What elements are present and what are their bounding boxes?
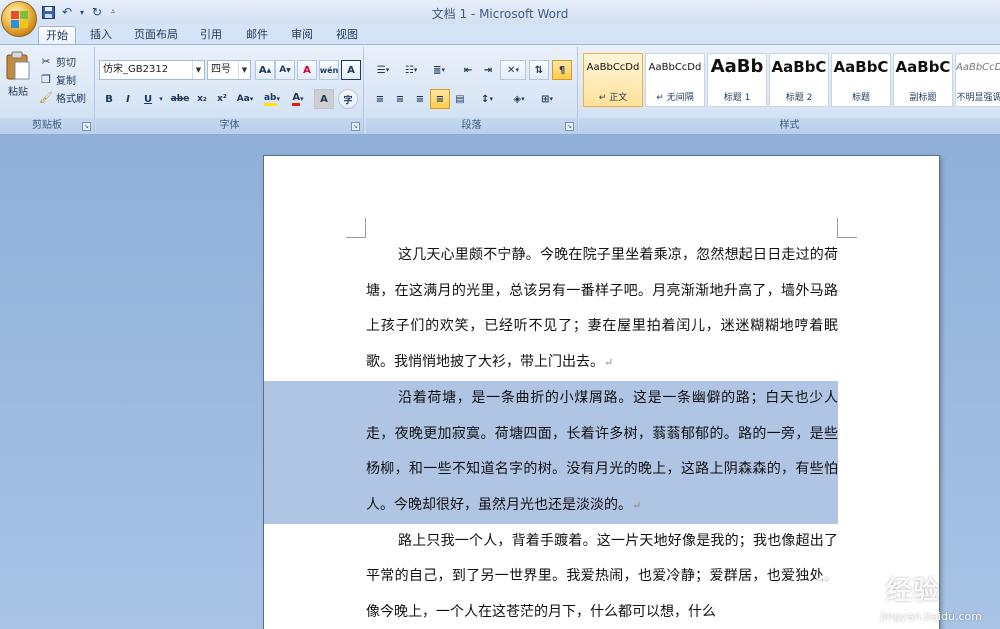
paste-icon — [6, 51, 30, 80]
font-group: 仿宋_GB2312 ▼ 四号 ▼ A ▲ A ▼ A wén A B I U ▾ a… — [96, 47, 364, 134]
bold-button[interactable]: B — [99, 89, 119, 109]
increase-indent-icon[interactable]: ⇥ — [478, 60, 498, 80]
baidu-paw-icon — [815, 571, 847, 605]
shrink-font-button[interactable]: A ▼ — [275, 60, 295, 80]
format-painter-label: 格式刷 — [56, 93, 86, 105]
phonetic-guide-button[interactable]: wén — [319, 60, 339, 80]
align-right-icon[interactable]: ≡ — [410, 89, 430, 109]
font-group-label: 字体 — [96, 118, 363, 134]
styles-group-label: 样式 — [579, 118, 1000, 134]
grow-font-button[interactable]: A ▲ — [255, 60, 275, 80]
tab-home[interactable]: 开始 — [38, 26, 76, 44]
format-painter-button[interactable]: 🖌 格式刷 — [38, 89, 86, 105]
document-area: 这几天心里颇不宁静。今晚在院子里坐着乘凉，忽然想起日日走过的荷塘，在这满月的光里… — [0, 135, 1000, 629]
tab-view[interactable]: 视图 — [328, 26, 366, 44]
style-subtitle[interactable]: AaBbC 副标题 — [893, 53, 953, 107]
copy-label: 复制 — [56, 75, 76, 87]
cut-label: 剪切 — [56, 57, 76, 69]
paragraph-mark-icon: ↵ — [632, 498, 642, 512]
document-body[interactable]: 这几天心里颇不宁静。今晚在院子里坐着乘凉，忽然想起日日走过的荷塘，在这满月的光里… — [264, 238, 838, 629]
clipboard-group-label: 剪贴板 — [0, 118, 94, 134]
watermark-url: jingyan.baidu.com — [880, 610, 982, 623]
crop-mark-top-left — [346, 218, 366, 238]
tab-review[interactable]: 审阅 — [283, 26, 321, 44]
chevron-down-icon[interactable]: ▾ — [156, 89, 166, 109]
style-heading-2[interactable]: AaBbC 标题 2 — [769, 53, 829, 107]
font-launcher-icon[interactable]: ↘ — [351, 122, 360, 131]
watermark-brand: 经验 — [885, 576, 940, 606]
tab-references[interactable]: 引用 — [192, 26, 230, 44]
multilevel-list-icon[interactable]: ≣ ▾ — [426, 60, 452, 80]
highlight-button[interactable]: ab ▾ — [260, 89, 284, 109]
paste-button[interactable]: 粘贴 — [4, 51, 32, 107]
font-size-value: 四号 — [211, 64, 231, 75]
enclose-characters-button[interactable]: 字 — [338, 89, 358, 109]
show-marks-icon[interactable]: ¶ — [552, 60, 572, 80]
line-spacing-icon[interactable]: ↕ ▾ — [474, 89, 500, 109]
justify-icon[interactable]: ≡ — [430, 89, 450, 109]
tab-page-layout[interactable]: 页面布局 — [128, 26, 184, 44]
numbering-icon[interactable]: ☷ ▾ — [398, 60, 424, 80]
scissors-icon: ✂ — [41, 54, 51, 68]
styles-group: AaBbCcDd ↵ 正文 AaBbCcDd ↵ 无间隔 AaBb 标题 1 A… — [579, 47, 1000, 134]
document-page[interactable]: 这几天心里颇不宁静。今晚在院子里坐着乘凉，忽然想起日日走过的荷塘，在这满月的光里… — [263, 155, 940, 629]
ribbon-tabs: 开始 插入 页面布局 引用 邮件 审阅 视图 — [0, 24, 1000, 44]
borders-icon[interactable]: ⊞ ▾ — [534, 89, 560, 109]
character-border-button[interactable]: A — [341, 60, 361, 80]
clipboard-launcher-icon[interactable]: ↘ — [82, 122, 91, 131]
chinese-layout-icon[interactable]: ✕ ▾ — [500, 60, 526, 80]
paragraph[interactable]: 这几天心里颇不宁静。今晚在院子里坐着乘凉，忽然想起日日走过的荷塘，在这满月的光里… — [366, 238, 838, 381]
underline-button[interactable]: U — [138, 89, 158, 109]
character-shading-button[interactable]: A — [314, 89, 334, 109]
paste-label: 粘贴 — [8, 87, 28, 98]
title-bar: ↶ ▾ ↻ ⩡ 文档 1 - Microsoft Word — [0, 0, 1000, 24]
sort-icon[interactable]: ⇅ — [529, 60, 549, 80]
change-case-button[interactable]: Aa ▾ — [232, 89, 258, 109]
office-button[interactable] — [1, 1, 37, 37]
style-normal[interactable]: AaBbCcDd ↵ 正文 — [583, 53, 643, 107]
ribbon: 粘贴 ✂ 剪切 ❐ 复制 🖌 格式刷 剪贴板 ↘ 仿宋_GB2312 ▼ 四号 … — [0, 44, 1000, 135]
paragraph-selected[interactable]: 沿着荷塘，是一条曲折的小煤屑路。这是一条幽僻的路；白天也少人走，夜晚更加寂寞。荷… — [264, 380, 838, 524]
bullets-icon[interactable]: ☰ ▾ — [370, 60, 396, 80]
distributed-icon[interactable]: ▤ — [450, 89, 470, 109]
superscript-button[interactable]: x² — [212, 89, 232, 109]
strikethrough-button[interactable]: abe — [168, 89, 192, 109]
paragraph-group: ☰ ▾ ☷ ▾ ≣ ▾ ⇤ ⇥ ✕ ▾ ⇅ ¶ ≡ ≡ ≡ ≡ ▤ ↕ ▾ ◈ ▾ ⊞ ▾ 段… — [366, 47, 578, 134]
align-center-icon[interactable]: ≡ — [390, 89, 410, 109]
italic-button[interactable]: I — [118, 89, 138, 109]
subscript-button[interactable]: x₂ — [192, 89, 212, 109]
shading-icon[interactable]: ◈ ▾ — [506, 89, 532, 109]
style-no-spacing[interactable]: AaBbCcDd ↵ 无间隔 — [645, 53, 705, 107]
decrease-indent-icon[interactable]: ⇤ — [458, 60, 478, 80]
tab-insert[interactable]: 插入 — [82, 26, 120, 44]
copy-icon: ❐ — [41, 72, 51, 86]
cut-button[interactable]: ✂ 剪切 — [38, 53, 76, 69]
paragraph-launcher-icon[interactable]: ↘ — [565, 122, 574, 131]
paragraph[interactable]: 路上只我一个人，背着手踱着。这一片天地好像是我的；我也像超出了平常的自己，到了另… — [366, 524, 838, 629]
chevron-down-icon: ▼ — [238, 61, 250, 79]
style-subtle-emphasis[interactable]: AaBbCcDd 不明显强调 — [955, 53, 1000, 107]
align-left-icon[interactable]: ≡ — [370, 89, 390, 109]
clear-format-button[interactable]: A — [297, 60, 317, 80]
font-name-value: 仿宋_GB2312 — [103, 64, 169, 75]
tab-mailings[interactable]: 邮件 — [238, 26, 276, 44]
copy-button[interactable]: ❐ 复制 — [38, 71, 76, 87]
paragraph-mark-icon: ↵ — [604, 356, 614, 370]
font-size-combo[interactable]: 四号 ▼ — [207, 60, 251, 80]
paragraph-group-label: 段落 — [366, 118, 577, 134]
brush-icon: 🖌 — [39, 90, 53, 104]
chevron-down-icon: ▼ — [192, 61, 204, 79]
style-heading-1[interactable]: AaBb 标题 1 — [707, 53, 767, 107]
crop-mark-top-right — [837, 218, 857, 238]
clipboard-group: 粘贴 ✂ 剪切 ❐ 复制 🖌 格式刷 剪贴板 ↘ — [0, 47, 95, 134]
office-logo-icon — [11, 11, 29, 29]
font-name-combo[interactable]: 仿宋_GB2312 ▼ — [99, 60, 205, 80]
window-title: 文档 1 - Microsoft Word — [431, 7, 569, 21]
style-title[interactable]: AaBbC 标题 — [831, 53, 891, 107]
font-color-button[interactable]: A ▾ — [286, 89, 310, 109]
